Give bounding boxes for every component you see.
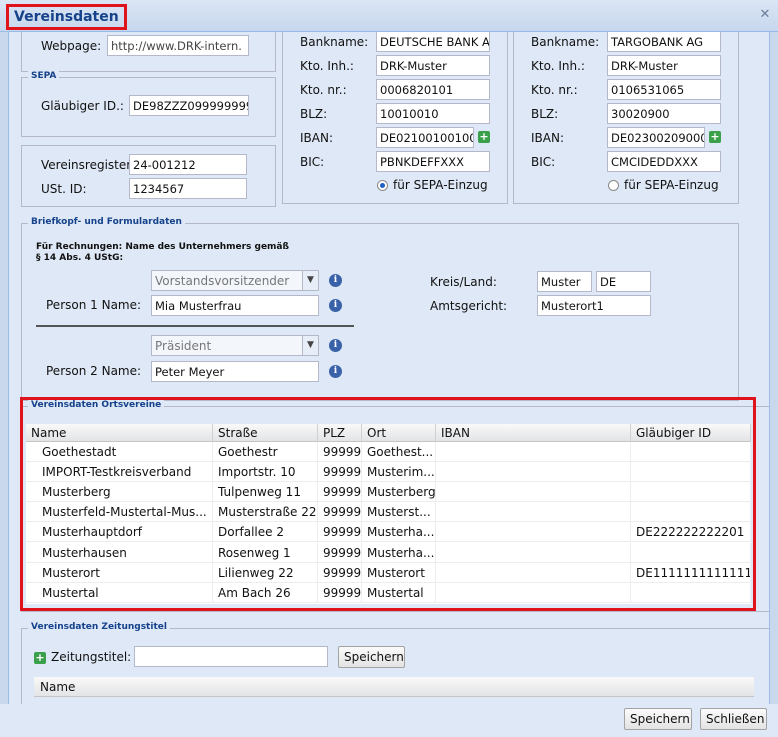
bank1-iban-label: IBAN: — [300, 131, 333, 145]
person1-label: Person 1 Name: — [46, 298, 142, 312]
window-border-left — [0, 32, 8, 704]
bank1-bic-label: BIC: — [300, 155, 325, 169]
bank2-ktonr-label: Kto. nr.: — [531, 83, 578, 97]
bank1-name-label: Bankname: — [300, 35, 369, 49]
person2-name-field[interactable]: Peter Meyer — [151, 361, 319, 382]
highlight-box — [20, 397, 756, 611]
sepa-fieldset: SEPA Gläubiger ID.: DE98ZZZ099999999 — [21, 71, 276, 137]
webpage-fieldset: Webpage: http://www.DRK-intern. — [21, 32, 276, 72]
person2-role-value: Präsident — [155, 339, 212, 353]
bank1-iban-field[interactable]: DE02100100100 — [376, 127, 474, 148]
briefkopf-legend: Briefkopf- und Formulardaten — [28, 217, 185, 227]
person2-role-select[interactable]: Präsident ▼ — [151, 335, 319, 356]
bank2-iban-label: IBAN: — [531, 131, 564, 145]
bank2-ktoinh-label: Kto. Inh.: — [531, 59, 585, 73]
amtsgericht-field[interactable]: Musterort1 — [537, 295, 651, 316]
bank1-name-field[interactable]: DEUTSCHE BANK A — [376, 32, 490, 52]
bank2-bic-field[interactable]: CMCIDEDDXXX — [607, 151, 721, 172]
webpage-label: Webpage: — [41, 39, 102, 53]
save-button[interactable]: Speichern — [624, 708, 692, 730]
glaeubiger-label: Gläubiger ID.: — [41, 99, 124, 113]
bank2-name-field[interactable]: TARGOBANK AG — [607, 32, 721, 52]
bank1-sepa-radio[interactable] — [377, 180, 388, 191]
rechnung-note-line2: § 14 Abs. 4 UStG: — [36, 253, 124, 263]
bank2-ktonr-field[interactable]: 0106531065 — [607, 79, 721, 100]
person1-name-field[interactable]: Mia Musterfrau — [151, 295, 319, 316]
bank2-fieldset: Bankname: TARGOBANK AG Kto. Inh.: DRK-Mu… — [513, 32, 739, 204]
bank2-name-label: Bankname: — [531, 35, 600, 49]
amtsgericht-label: Amtsgericht: — [430, 299, 508, 313]
bank2-sepa-label: für SEPA-Einzug — [624, 178, 719, 192]
chevron-down-icon[interactable]: ▼ — [302, 271, 318, 290]
bank1-fieldset: Bankname: DEUTSCHE BANK A Kto. Inh.: DRK… — [282, 32, 508, 204]
info-icon[interactable]: i — [329, 339, 342, 352]
separator-line — [36, 325, 354, 327]
window-title: Vereinsdaten — [6, 4, 127, 30]
vereinsregister-field[interactable]: 24-001212 — [129, 154, 247, 175]
person1-role-value: Vorstandsvorsitzender — [155, 274, 290, 288]
add-iban-icon[interactable]: + — [478, 131, 490, 143]
info-icon[interactable]: i — [329, 299, 342, 312]
add-iban-icon[interactable]: + — [709, 131, 721, 143]
zeitung-legend: Vereinsdaten Zeitungstitel — [28, 622, 170, 632]
dialog-footer: Speichern Schließen — [0, 704, 778, 737]
webpage-field[interactable]: http://www.DRK-intern. — [107, 35, 249, 56]
window-titlebar: Vereinsdaten ✕ — [0, 0, 778, 32]
bank1-bic-field[interactable]: PBNKDEFFXXX — [376, 151, 490, 172]
bank1-ktonr-label: Kto. nr.: — [300, 83, 347, 97]
rechnung-note-line1: Für Rechnungen: Name des Unternehmers ge… — [36, 242, 289, 252]
zeitung-label: Zeitungstitel: — [51, 650, 132, 664]
bank1-ktonr-field[interactable]: 0006820101 — [376, 79, 490, 100]
zeitungstitel-input[interactable] — [134, 646, 328, 667]
bank1-ktoinh-label: Kto. Inh.: — [300, 59, 354, 73]
bank2-iban-field[interactable]: DE02300209000 — [607, 127, 705, 148]
ust-id-field[interactable]: 1234567 — [129, 178, 247, 199]
bank2-blz-label: BLZ: — [531, 107, 559, 121]
info-icon[interactable]: i — [329, 365, 342, 378]
glaeubiger-id-field[interactable]: DE98ZZZ099999999 — [129, 95, 249, 116]
bank2-sepa-radio[interactable] — [608, 180, 619, 191]
add-zeitung-icon[interactable]: + — [34, 652, 46, 664]
land-field[interactable]: DE — [596, 271, 651, 292]
bank1-blz-field[interactable]: 10010010 — [376, 103, 490, 124]
zeitung-grid-header: Name — [34, 677, 754, 697]
info-icon[interactable]: i — [329, 274, 342, 287]
bank2-bic-label: BIC: — [531, 155, 556, 169]
zeitung-save-button[interactable]: Speichern — [338, 646, 405, 668]
chevron-down-icon[interactable]: ▼ — [302, 336, 318, 355]
bank1-blz-label: BLZ: — [300, 107, 328, 121]
close-button[interactable]: Schließen — [700, 708, 767, 730]
bank1-ktoinh-field[interactable]: DRK-Muster — [376, 55, 490, 76]
briefkopf-fieldset: Briefkopf- und Formulardaten Für Rechnun… — [21, 217, 739, 401]
register-fieldset: Vereinsregister: 24-001212 USt. ID: 1234… — [21, 145, 276, 207]
kreis-field[interactable]: Muster — [537, 271, 592, 292]
bank2-ktoinh-field[interactable]: DRK-Muster — [607, 55, 721, 76]
close-icon[interactable]: ✕ — [758, 8, 772, 22]
vereinsregister-label: Vereinsregister: — [41, 158, 136, 172]
person1-role-select[interactable]: Vorstandsvorsitzender ▼ — [151, 270, 319, 291]
kreis-land-label: Kreis/Land: — [430, 275, 497, 289]
bank2-blz-field[interactable]: 30020900 — [607, 103, 721, 124]
window-border-right — [770, 32, 778, 704]
person2-label: Person 2 Name: — [46, 364, 142, 378]
zeitung-fieldset: Vereinsdaten Zeitungstitel + Zeitungstit… — [21, 622, 769, 704]
bank1-sepa-label: für SEPA-Einzug — [393, 178, 488, 192]
sepa-legend: SEPA — [28, 71, 60, 81]
ust-id-label: USt. ID: — [41, 182, 87, 196]
zeitung-column-name[interactable]: Name — [40, 680, 75, 694]
